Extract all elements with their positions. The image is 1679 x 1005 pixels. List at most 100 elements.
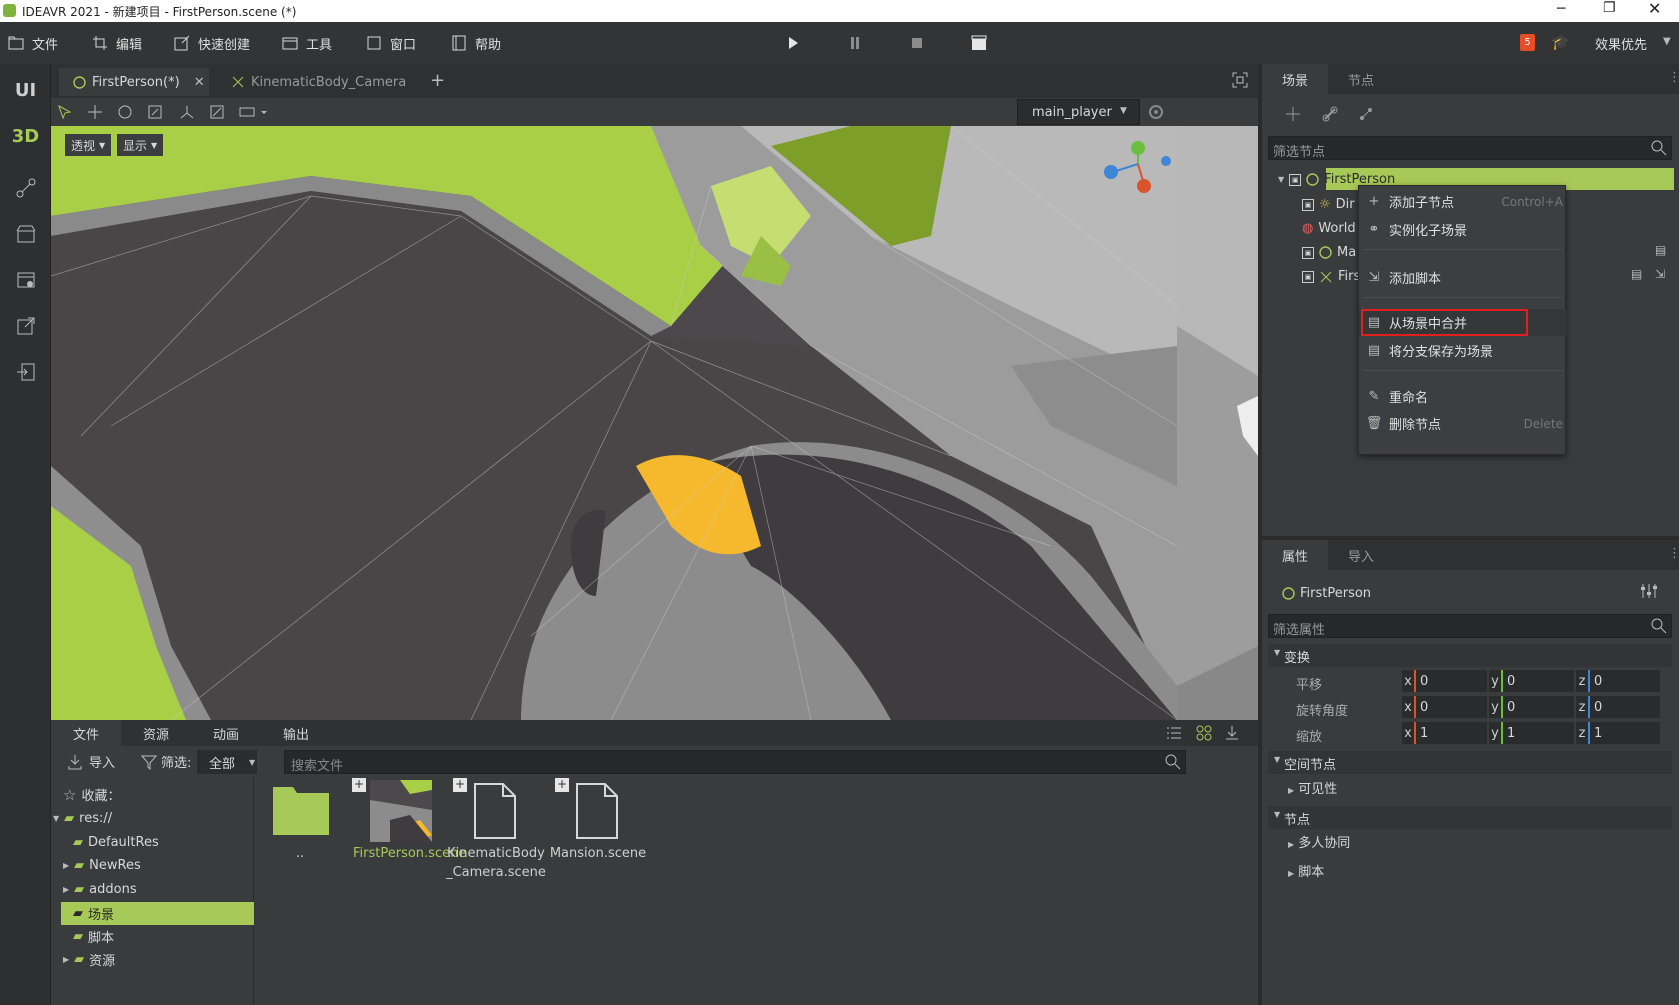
- node-firs[interactable]: ▣ Firs: [1302, 265, 1360, 288]
- scale-y-field[interactable]: y1: [1489, 722, 1574, 744]
- 3d-viewport[interactable]: 透视 ▼ 显示 ▼: [51, 126, 1177, 720]
- tab-animation[interactable]: 动画: [191, 720, 261, 746]
- move-tool-icon[interactable]: [87, 104, 103, 120]
- grid-view-icon[interactable]: [1196, 725, 1212, 741]
- tree-item-scripts[interactable]: ▰ 脚本: [73, 925, 114, 948]
- menu-file[interactable]: 文件: [8, 22, 58, 64]
- favorites-row[interactable]: ☆ 收藏：: [63, 783, 120, 806]
- menu-add-script[interactable]: ⇲ 添加脚本: [1359, 264, 1567, 291]
- quality-select[interactable]: 效果优先: [1595, 34, 1647, 53]
- translation-z-field[interactable]: z0: [1576, 670, 1660, 692]
- viewport-settings-icon[interactable]: [1146, 102, 1166, 122]
- close-window-icon[interactable]: ✕: [1648, 0, 1661, 18]
- node-world[interactable]: ◍ World: [1302, 217, 1356, 240]
- property-filter-input[interactable]: 筛选属性: [1268, 614, 1672, 638]
- tree-item-scenes[interactable]: ▰ 场景: [73, 902, 114, 925]
- ui-mode-button[interactable]: UI: [0, 70, 51, 110]
- translation-x-field[interactable]: x0: [1402, 670, 1487, 692]
- menu-delete-node[interactable]: 🗑 删除节点 Delete: [1359, 410, 1567, 437]
- more-options-icon[interactable]: ⋮: [1668, 70, 1679, 85]
- add-file-icon[interactable]: +: [453, 778, 467, 792]
- fullscreen-icon[interactable]: [1232, 72, 1248, 88]
- menu-quick-create[interactable]: 快速创建: [174, 22, 250, 64]
- rotation-y-field[interactable]: y0: [1489, 696, 1574, 718]
- file-search-input[interactable]: 搜索文件: [284, 750, 1186, 774]
- tab-import[interactable]: 导入: [1328, 540, 1394, 570]
- checkbox-icon[interactable]: ▣: [1302, 246, 1314, 259]
- list-view-icon[interactable]: [1166, 725, 1182, 741]
- stop-button[interactable]: [911, 37, 923, 49]
- download-icon[interactable]: [1224, 725, 1240, 741]
- tab-resources[interactable]: 资源: [121, 720, 191, 746]
- perspective-button[interactable]: 透视 ▼: [65, 134, 112, 156]
- rotate-tool-icon[interactable]: [117, 104, 133, 120]
- checkbox-icon[interactable]: ▣: [1302, 198, 1314, 211]
- menu-tools[interactable]: 工具: [282, 22, 332, 64]
- tab-properties[interactable]: 属性: [1262, 540, 1328, 570]
- rotation-x-field[interactable]: x0: [1402, 696, 1487, 718]
- local-space-icon[interactable]: [179, 104, 195, 120]
- store-button[interactable]: [0, 214, 51, 254]
- tab-firstperson[interactable]: FirstPerson(*) ✕: [59, 68, 209, 96]
- tab-close-icon[interactable]: ✕: [194, 75, 205, 90]
- checkbox-icon[interactable]: ▣: [1289, 173, 1302, 186]
- camera-select[interactable]: main_player ▼: [1017, 99, 1140, 125]
- tree-item-assets[interactable]: ▶ ▰ 资源: [63, 948, 115, 971]
- property-settings-icon[interactable]: [1640, 583, 1658, 599]
- multiplayer-group[interactable]: ▶ 多人协同: [1288, 832, 1350, 851]
- import-button[interactable]: [0, 352, 51, 392]
- checkbox-icon[interactable]: ▣: [1302, 270, 1314, 283]
- script-icon[interactable]: ⇲: [1655, 267, 1665, 281]
- more-options-icon[interactable]: ⋮: [1668, 546, 1679, 561]
- node-ma[interactable]: ▣ Ma: [1302, 241, 1356, 264]
- search-icon[interactable]: [1165, 754, 1181, 770]
- spatial-section-header[interactable]: ▼ 空间节点: [1268, 751, 1672, 774]
- chevron-down-icon[interactable]: ▼: [1663, 36, 1671, 47]
- search-icon[interactable]: [1651, 140, 1667, 156]
- rotation-z-field[interactable]: z0: [1576, 696, 1660, 718]
- tree-item-defaultres[interactable]: ▰ DefaultRes: [73, 831, 159, 854]
- menu-save-branch-as-scene[interactable]: ▤ 将分支保存为场景: [1359, 337, 1567, 364]
- display-button[interactable]: 显示 ▼: [117, 134, 164, 156]
- scale-z-field[interactable]: z1: [1576, 722, 1660, 744]
- file-item-firstperson[interactable]: [370, 780, 432, 842]
- graduation-cap-icon[interactable]: 🎓: [1551, 33, 1570, 51]
- tab-scene[interactable]: 场景: [1262, 64, 1328, 94]
- menu-window[interactable]: 窗口: [366, 22, 416, 64]
- path-tool-button[interactable]: [0, 168, 51, 208]
- scene-instance-icon[interactable]: ▤: [1655, 243, 1666, 257]
- movie-button[interactable]: [971, 35, 987, 51]
- menu-help[interactable]: 帮助: [451, 22, 501, 64]
- node-section-header[interactable]: ▼ 节点: [1268, 806, 1672, 829]
- add-file-icon[interactable]: +: [555, 778, 569, 792]
- 3d-mode-button[interactable]: 3D: [0, 116, 51, 156]
- restore-icon[interactable]: ❐: [1603, 0, 1616, 16]
- add-file-icon[interactable]: +: [352, 778, 366, 792]
- transform-section-header[interactable]: ▼ 变换: [1268, 644, 1672, 667]
- play-button[interactable]: [787, 36, 799, 50]
- snap-icon[interactable]: [209, 104, 225, 120]
- tab-kinematicbody-camera[interactable]: KinematicBody_Camera: [221, 68, 406, 96]
- minimize-icon[interactable]: ─: [1557, 1, 1565, 17]
- scale-x-field[interactable]: x1: [1402, 722, 1487, 744]
- script-add-icon[interactable]: [1358, 106, 1374, 122]
- tree-item-res[interactable]: ▼ ▰ res://: [53, 807, 112, 830]
- add-node-icon[interactable]: [1285, 106, 1301, 122]
- pause-button[interactable]: [849, 36, 861, 50]
- link-icon[interactable]: [1322, 106, 1338, 122]
- menu-instance-child-scene[interactable]: ⚭ 实例化子场景: [1359, 216, 1567, 243]
- add-tab-icon[interactable]: +: [430, 70, 445, 91]
- translation-y-field[interactable]: y0: [1489, 670, 1574, 692]
- node-dir[interactable]: ▣ ☼ Dir: [1302, 193, 1355, 216]
- menu-add-child-node[interactable]: + 添加子节点 Control+A: [1359, 188, 1567, 215]
- filter-select[interactable]: 全部 ▼: [197, 750, 257, 774]
- search-icon[interactable]: [1651, 618, 1667, 634]
- select-tool-icon[interactable]: [57, 104, 73, 120]
- file-item-kinematicbody[interactable]: [473, 782, 517, 840]
- export-button[interactable]: [0, 306, 51, 346]
- file-item-parent[interactable]: [271, 783, 331, 837]
- tab-nodes[interactable]: 节点: [1328, 64, 1394, 94]
- tree-item-newres[interactable]: ▶ ▰ NewRes: [63, 854, 141, 877]
- tab-files[interactable]: 文件: [51, 720, 121, 746]
- menu-rename[interactable]: ✎ 重命名: [1359, 383, 1567, 410]
